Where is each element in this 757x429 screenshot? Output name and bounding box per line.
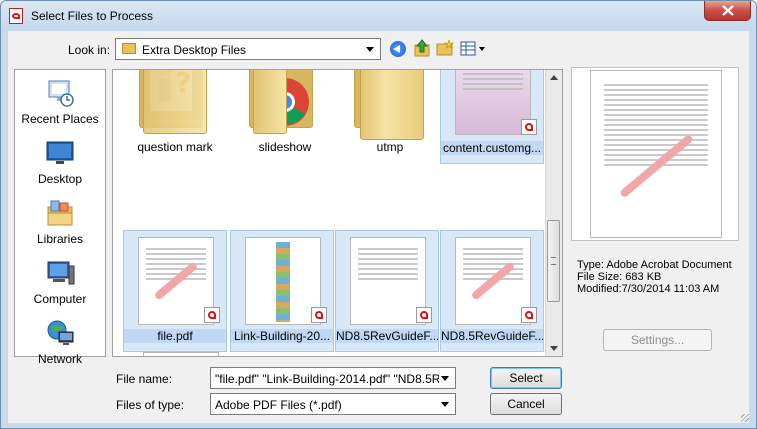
preview-type: Type: Adobe Acrobat Document — [577, 259, 732, 271]
dialog-window: Select Files to Process Look in: Extra D… — [0, 0, 757, 429]
places-bar: Recent Places Desktop Libraries Computer… — [14, 69, 106, 366]
file-item-folder[interactable]: slideshow — [233, 70, 337, 164]
preview-page — [590, 70, 722, 238]
file-name: question mark — [137, 140, 213, 154]
close-icon — [722, 5, 734, 16]
pdf-thumbnail — [447, 235, 537, 325]
files-of-type-dropdown[interactable]: Adobe PDF Files (*.pdf) — [210, 393, 456, 415]
folder-thumbnail — [344, 70, 434, 140]
pdf-thumbnail — [237, 235, 327, 325]
libraries-icon — [47, 200, 73, 226]
recent-places-icon — [48, 80, 74, 107]
scroll-down-arrow-icon[interactable] — [550, 346, 558, 351]
close-button[interactable] — [704, 1, 751, 21]
new-folder-icon[interactable] — [436, 40, 454, 56]
place-label: Recent Places — [21, 112, 99, 126]
preview-modified: Modified:7/30/2014 11:03 AM — [577, 283, 720, 295]
pdf-badge-icon — [204, 307, 220, 323]
file-name-input[interactable]: "file.pdf" "Link-Building-2014.pdf" "ND8… — [215, 372, 439, 386]
desktop-icon — [46, 141, 74, 164]
scroll-up-arrow-icon[interactable] — [550, 75, 558, 80]
file-name: ND8.5RevGuideF... — [336, 329, 438, 343]
chevron-down-icon — [366, 47, 374, 52]
file-item-folder[interactable]: ? question mark — [123, 70, 227, 164]
file-name-combo[interactable]: "file.pdf" "Link-Building-2014.pdf" "ND8… — [210, 367, 456, 389]
file-item-folder[interactable]: utmp — [338, 70, 442, 164]
chevron-down-icon — [441, 402, 449, 407]
pdf-thumbnail — [342, 235, 432, 325]
file-list[interactable]: ? question mark slideshow — [112, 69, 563, 357]
up-folder-icon[interactable] — [414, 39, 430, 57]
scrollbar-thumb[interactable] — [547, 220, 560, 302]
pdf-thumbnail — [130, 235, 220, 325]
pdf-badge-icon — [521, 307, 537, 323]
look-in-label: Look in: — [68, 43, 111, 57]
look-in-value: Extra Desktop Files — [142, 43, 247, 57]
folder-icon — [122, 43, 136, 54]
file-name: Link-Building-20... — [231, 329, 333, 343]
place-label: Desktop — [37, 172, 83, 186]
pdf-app-icon — [9, 8, 23, 24]
preview-pane — [571, 67, 739, 241]
place-label: Computer — [33, 292, 87, 306]
files-of-type-value: Adobe PDF Files (*.pdf) — [215, 398, 342, 412]
title-bar[interactable]: Select Files to Process — [1, 1, 756, 31]
select-button[interactable]: Select — [490, 367, 562, 389]
pdf-badge-icon — [416, 307, 432, 323]
pdf-thumbnail — [447, 70, 537, 137]
back-arrow-icon[interactable] — [390, 41, 406, 57]
place-desktop[interactable]: Desktop — [15, 134, 105, 188]
file-item-pdf[interactable]: file.pdf — [123, 230, 227, 352]
network-icon — [47, 320, 74, 345]
partial-file-thumbnail[interactable] — [143, 352, 219, 356]
file-name: slideshow — [258, 140, 312, 154]
place-network[interactable]: Network — [15, 314, 105, 368]
view-menu-icon[interactable] — [460, 41, 488, 57]
pdf-badge-icon — [521, 119, 537, 135]
place-label: Network — [37, 352, 82, 366]
place-label: Libraries — [36, 232, 84, 246]
chevron-down-icon[interactable] — [441, 376, 449, 381]
file-name-label: File name: — [116, 372, 173, 386]
files-of-type-label: Files of type: — [116, 398, 185, 412]
dialog-body: Look in: Extra Desktop Files Recent Plac… — [8, 31, 749, 423]
file-item-pdf[interactable]: ND8.5RevGuideF... — [440, 230, 544, 352]
file-item-pdf[interactable]: content.customg... — [440, 70, 544, 164]
file-name: utmp — [376, 140, 404, 154]
settings-button[interactable]: Settings... — [603, 329, 712, 351]
folder-thumbnail — [239, 70, 329, 136]
place-computer[interactable]: Computer — [15, 254, 105, 308]
file-name: ND8.5RevGuideF... — [441, 329, 543, 343]
file-item-pdf[interactable]: Link-Building-20... — [230, 230, 334, 352]
resize-grip-icon[interactable] — [741, 414, 749, 422]
file-list-scrollbar[interactable] — [545, 70, 562, 356]
file-name: file.pdf — [124, 329, 226, 343]
window-title: Select Files to Process — [31, 9, 154, 23]
folder-thumbnail: ? — [129, 70, 219, 136]
file-item-pdf[interactable]: ND8.5RevGuideF... — [335, 230, 439, 352]
pdf-badge-icon — [311, 307, 327, 323]
file-name: content.customg... — [441, 141, 543, 155]
computer-icon — [47, 261, 75, 285]
cancel-button[interactable]: Cancel — [490, 393, 562, 415]
place-libraries[interactable]: Libraries — [15, 194, 105, 248]
preview-size: File Size: 683 KB — [577, 271, 662, 283]
look-in-dropdown[interactable]: Extra Desktop Files — [115, 38, 381, 60]
place-recent-places[interactable]: Recent Places — [15, 74, 105, 128]
